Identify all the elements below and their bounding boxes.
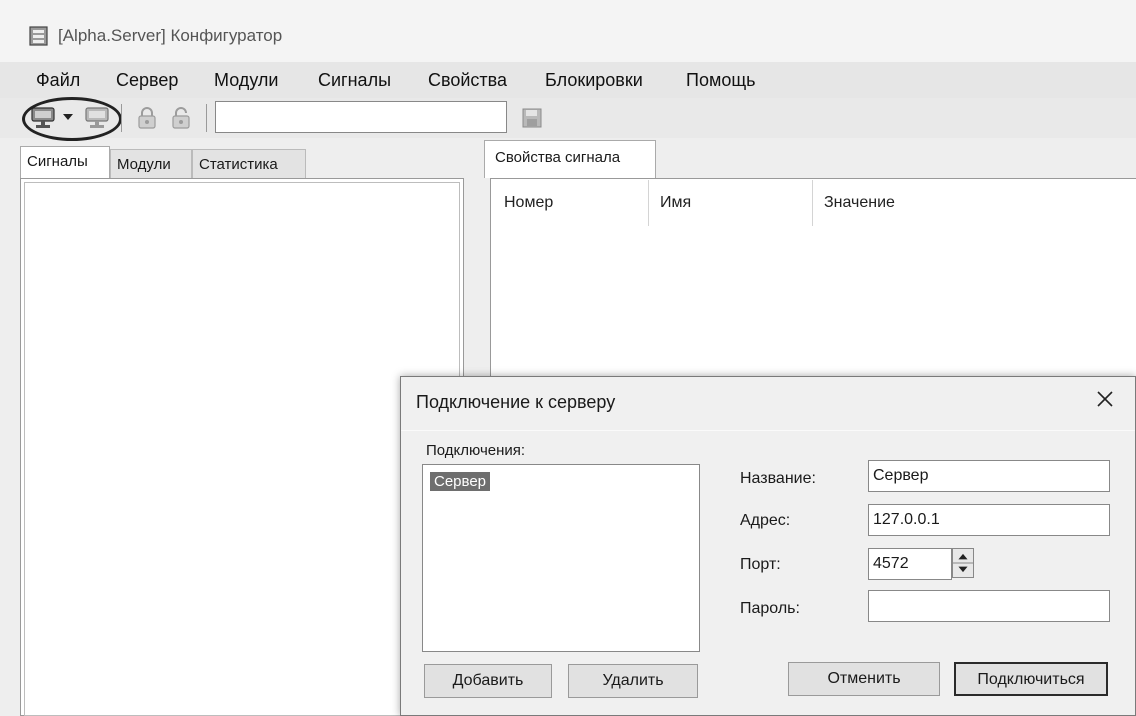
port-field[interactable]: 4572 — [868, 548, 952, 580]
window-title: [Alpha.Server] Конфигуратор — [58, 26, 283, 45]
dialog-title: Подключение к серверу — [416, 392, 616, 412]
connection-list-item[interactable]: Сервер — [430, 472, 491, 491]
dialog-divider — [401, 430, 1135, 431]
address-field[interactable]: 127.0.0.1 — [868, 504, 1110, 536]
menu-properties[interactable]: Свойства — [428, 70, 507, 91]
menu-signals[interactable]: Сигналы — [318, 70, 391, 91]
connections-label: Подключения: — [426, 442, 526, 459]
signals-tree-area — [24, 182, 460, 716]
connections-list[interactable] — [422, 464, 700, 652]
column-separator[interactable] — [812, 180, 813, 226]
menu-server[interactable]: Сервер — [116, 70, 178, 91]
save-icon[interactable] — [522, 108, 542, 128]
cancel-button[interactable]: Отменить — [788, 662, 940, 696]
tab-signals[interactable]: Сигналы — [20, 146, 110, 178]
tab-modules[interactable]: Модули — [110, 149, 192, 178]
close-icon[interactable] — [1090, 384, 1120, 414]
toolbar-separator — [206, 104, 207, 132]
add-button[interactable]: Добавить — [424, 664, 552, 698]
address-label: Адрес: — [740, 512, 791, 529]
menu-modules[interactable]: Модули — [214, 70, 278, 91]
menu-file[interactable]: Файл — [36, 70, 80, 91]
port-stepper[interactable] — [952, 548, 974, 578]
toolbar-search-input[interactable] — [215, 101, 507, 133]
column-separator[interactable] — [648, 180, 649, 226]
name-label: Название: — [740, 470, 816, 487]
server-window-icon — [29, 26, 48, 46]
toolbar-separator — [121, 104, 122, 132]
column-header-number[interactable]: Номер — [504, 194, 553, 212]
menu-locks[interactable]: Блокировки — [545, 70, 643, 91]
unlock-icon[interactable] — [170, 106, 192, 130]
password-field[interactable] — [868, 590, 1110, 622]
column-header-name[interactable]: Имя — [660, 194, 691, 212]
connect-button[interactable]: Подключиться — [954, 662, 1108, 696]
name-field[interactable]: Сервер — [868, 460, 1110, 492]
highlight-circle — [22, 97, 122, 141]
delete-button[interactable]: Удалить — [568, 664, 698, 698]
menu-help[interactable]: Помощь — [686, 70, 756, 91]
password-label: Пароль: — [740, 600, 800, 617]
lock-icon[interactable] — [136, 106, 158, 130]
tab-statistics[interactable]: Статистика — [192, 149, 306, 178]
tab-signal-properties[interactable]: Свойства сигнала — [484, 140, 656, 178]
port-label: Порт: — [740, 556, 781, 573]
column-header-value[interactable]: Значение — [824, 194, 895, 212]
